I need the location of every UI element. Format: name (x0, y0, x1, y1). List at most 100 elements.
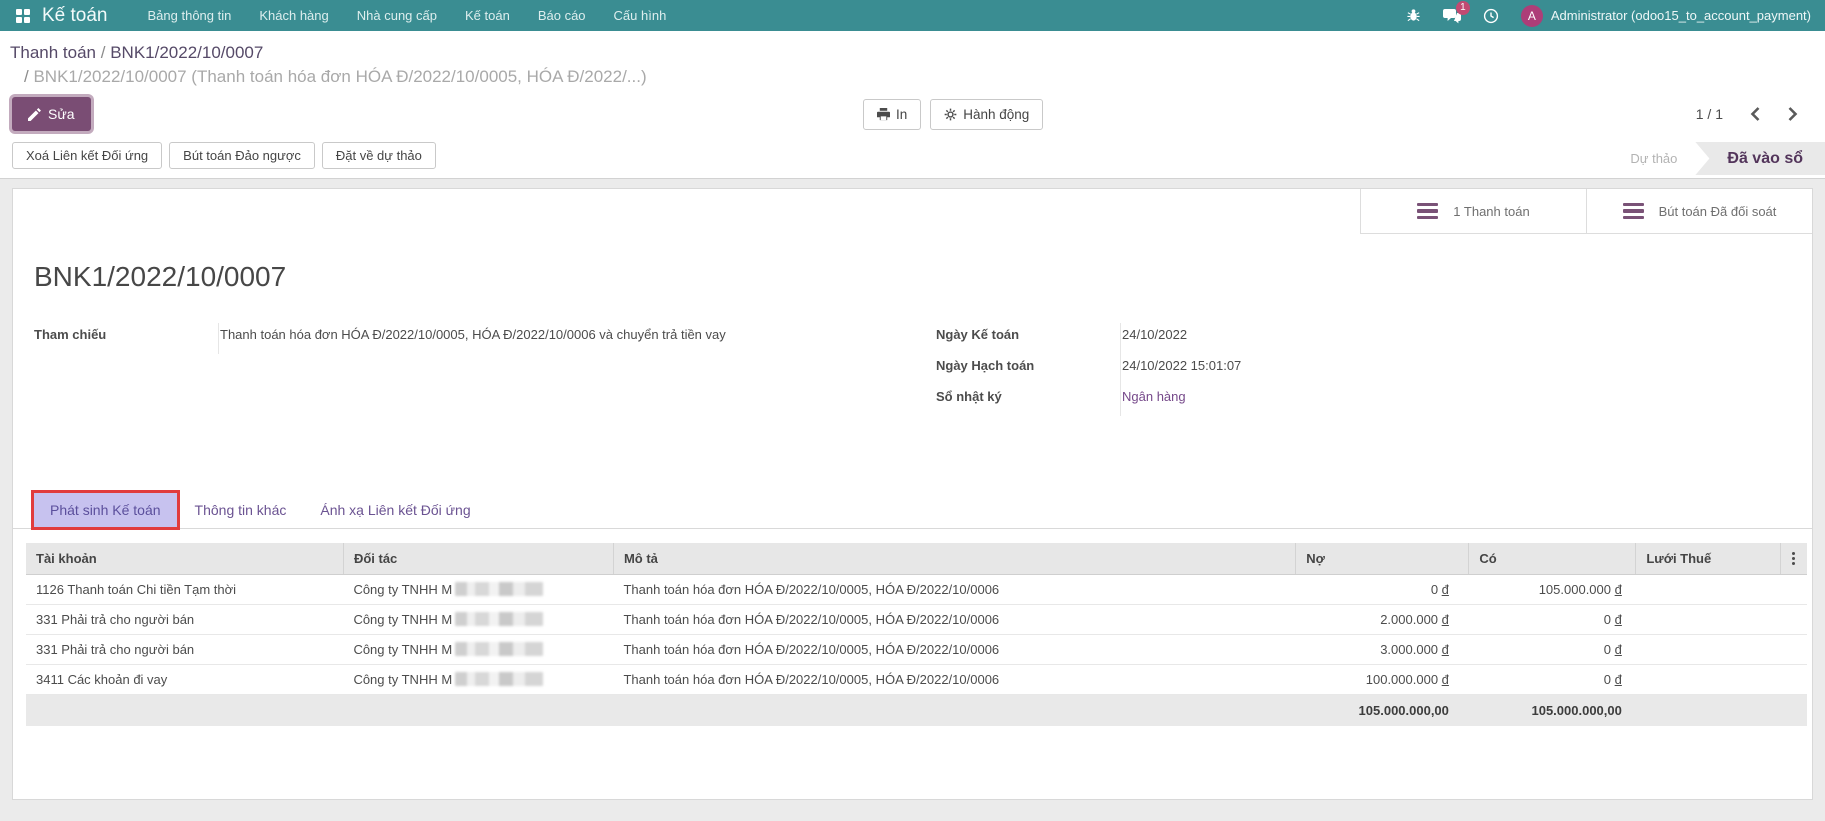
record-title: BNK1/2022/10/0007 (34, 261, 1812, 293)
reverse-entry-button[interactable]: Bút toán Đảo ngược (169, 142, 315, 169)
chevron-right-icon (1787, 107, 1799, 121)
column-options-icon[interactable] (1780, 543, 1807, 575)
top-navbar: Kế toán Bảng thông tin Khách hàng Nhà cu… (0, 0, 1825, 31)
unreconcile-button[interactable]: Xoá Liên kết Đối ứng (12, 142, 162, 169)
ref-field-value: Thanh toán hóa đơn HÓA Đ/2022/10/0005, H… (218, 323, 890, 354)
cell-partner[interactable]: Công ty TNHH M (343, 635, 613, 665)
message-count-badge: 1 (1456, 1, 1470, 15)
menu-settings[interactable]: Cấu hình (600, 0, 681, 31)
cell-partner[interactable]: Công ty TNHH M (343, 575, 613, 605)
pager-previous-button[interactable] (1749, 107, 1761, 121)
menu-accounting[interactable]: Kế toán (451, 0, 524, 31)
cell-description[interactable]: Thanh toán hóa đơn HÓA Đ/2022/10/0005, H… (613, 605, 1295, 635)
payments-smart-button[interactable]: 1 Thanh toán (1360, 189, 1586, 234)
col-partner[interactable]: Đối tác (343, 543, 613, 575)
breadcrumb: Thanh toán / BNK1/2022/10/0007 / BNK1/20… (0, 39, 1825, 89)
cell-account[interactable]: 1126 Thanh toán Chi tiền Tạm thời (26, 575, 343, 605)
cell-debit[interactable]: 100.000.000 đ (1296, 665, 1469, 695)
bug-icon[interactable] (1406, 8, 1421, 23)
avatar: A (1521, 5, 1543, 27)
cell-description[interactable]: Thanh toán hóa đơn HÓA Đ/2022/10/0005, H… (613, 635, 1295, 665)
cell-credit[interactable]: 105.000.000 đ (1469, 575, 1636, 605)
breadcrumb-entry-link[interactable]: BNK1/2022/10/0007 (110, 43, 263, 62)
cell-tax-grid[interactable] (1636, 665, 1780, 695)
action-button[interactable]: Hành động (930, 99, 1043, 130)
statusbar: Dự thảo Đã vào sổ (1612, 142, 1825, 175)
journal-entries-icon (1417, 203, 1438, 220)
cell-account[interactable]: 3411 Các khoản đi vay (26, 665, 343, 695)
table-row[interactable]: 331 Phải trả cho người bán Công ty TNHH … (26, 635, 1807, 665)
col-tax-grid[interactable]: Lưới Thuế (1636, 543, 1780, 575)
control-panel: Thanh toán / BNK1/2022/10/0007 / BNK1/20… (0, 31, 1825, 179)
totals-row: 105.000.000,00 105.000.000,00 (26, 695, 1807, 727)
col-description[interactable]: Mô tả (613, 543, 1295, 575)
col-credit[interactable]: Có (1469, 543, 1636, 575)
col-debit[interactable]: Nợ (1296, 543, 1469, 575)
edit-button[interactable]: Sửa (12, 97, 91, 131)
form-view-background: 1 Thanh toán Bút toán Đã đối soát BNK1/2… (0, 179, 1825, 800)
posting-date-value: 24/10/2022 15:01:07 (1120, 354, 1792, 385)
total-debit: 105.000.000,00 (1296, 695, 1469, 727)
status-stage-posted[interactable]: Đã vào sổ (1695, 142, 1825, 175)
cell-debit[interactable]: 3.000.000 đ (1296, 635, 1469, 665)
table-row[interactable]: 331 Phải trả cho người bán Công ty TNHH … (26, 605, 1807, 635)
pager-value: 1 / 1 (1696, 106, 1723, 122)
user-name: Administrator (odoo15_to_account_payment… (1551, 8, 1811, 23)
cell-debit[interactable]: 2.000.000 đ (1296, 605, 1469, 635)
pencil-icon (28, 108, 41, 121)
notebook-tabs: Phát sinh Kế toán Thông tin khác Ánh xạ … (13, 492, 1812, 529)
cell-account[interactable]: 331 Phải trả cho người bán (26, 635, 343, 665)
table-row[interactable]: 3411 Các khoản đi vay Công ty TNHH M Tha… (26, 665, 1807, 695)
cell-tax-grid[interactable] (1636, 605, 1780, 635)
print-button-label: In (896, 107, 907, 122)
messages-icon[interactable]: 1 (1443, 8, 1461, 24)
journal-entries-icon (1623, 203, 1644, 220)
table-row[interactable]: 1126 Thanh toán Chi tiền Tạm thời Công t… (26, 575, 1807, 605)
cell-description[interactable]: Thanh toán hóa đơn HÓA Đ/2022/10/0005, H… (613, 575, 1295, 605)
pager: 1 / 1 (1696, 106, 1813, 122)
smart-button-box: 1 Thanh toán Bút toán Đã đối soát (13, 189, 1812, 234)
col-account[interactable]: Tài khoản (26, 543, 343, 575)
menu-vendors[interactable]: Nhà cung cấp (343, 0, 451, 31)
breadcrumb-separator: / (101, 43, 110, 62)
payments-smart-button-label: 1 Thanh toán (1453, 204, 1529, 219)
breadcrumb-payments-link[interactable]: Thanh toán (10, 43, 96, 62)
cell-partner[interactable]: Công ty TNHH M (343, 665, 613, 695)
ref-field-label: Tham chiếu (34, 323, 218, 354)
pager-next-button[interactable] (1787, 107, 1799, 121)
reconciled-smart-button-label: Bút toán Đã đối soát (1659, 204, 1777, 219)
tab-reconcile-mapping[interactable]: Ánh xạ Liên kết Đối ứng (303, 492, 487, 528)
posting-date-label: Ngày Hạch toán (936, 354, 1120, 385)
cell-description[interactable]: Thanh toán hóa đơn HÓA Đ/2022/10/0005, H… (613, 665, 1295, 695)
reconciled-entries-smart-button[interactable]: Bút toán Đã đối soát (1586, 189, 1812, 234)
cell-credit[interactable]: 0 đ (1469, 635, 1636, 665)
apps-grid-icon[interactable] (16, 9, 30, 23)
user-menu[interactable]: A Administrator (odoo15_to_account_payme… (1521, 5, 1811, 27)
cell-debit[interactable]: 0 đ (1296, 575, 1469, 605)
menu-customers[interactable]: Khách hàng (245, 0, 342, 31)
printer-icon (877, 108, 890, 121)
print-button[interactable]: In (863, 99, 921, 130)
cell-tax-grid[interactable] (1636, 635, 1780, 665)
redacted-text (455, 672, 543, 686)
activities-clock-icon[interactable] (1483, 8, 1499, 24)
form-sheet: 1 Thanh toán Bút toán Đã đối soát BNK1/2… (12, 188, 1813, 800)
menu-reports[interactable]: Báo cáo (524, 0, 600, 31)
accounting-date-value: 24/10/2022 (1120, 323, 1792, 354)
total-credit: 105.000.000,00 (1469, 695, 1636, 727)
cell-account[interactable]: 331 Phải trả cho người bán (26, 605, 343, 635)
journal-link[interactable]: Ngân hàng (1122, 389, 1186, 404)
cell-tax-grid[interactable] (1636, 575, 1780, 605)
reset-to-draft-button[interactable]: Đặt về dự thảo (322, 142, 436, 169)
app-brand[interactable]: Kế toán (42, 5, 108, 27)
cell-credit[interactable]: 0 đ (1469, 665, 1636, 695)
redacted-text (455, 582, 543, 596)
cell-credit[interactable]: 0 đ (1469, 605, 1636, 635)
menu-dashboard[interactable]: Bảng thông tin (134, 0, 246, 31)
status-stage-draft[interactable]: Dự thảo (1612, 142, 1695, 175)
tab-journal-items[interactable]: Phát sinh Kế toán (33, 492, 178, 528)
cell-partner[interactable]: Công ty TNHH M (343, 605, 613, 635)
chevron-left-icon (1749, 107, 1761, 121)
redacted-text (455, 612, 543, 626)
tab-other-info[interactable]: Thông tin khác (178, 492, 304, 528)
